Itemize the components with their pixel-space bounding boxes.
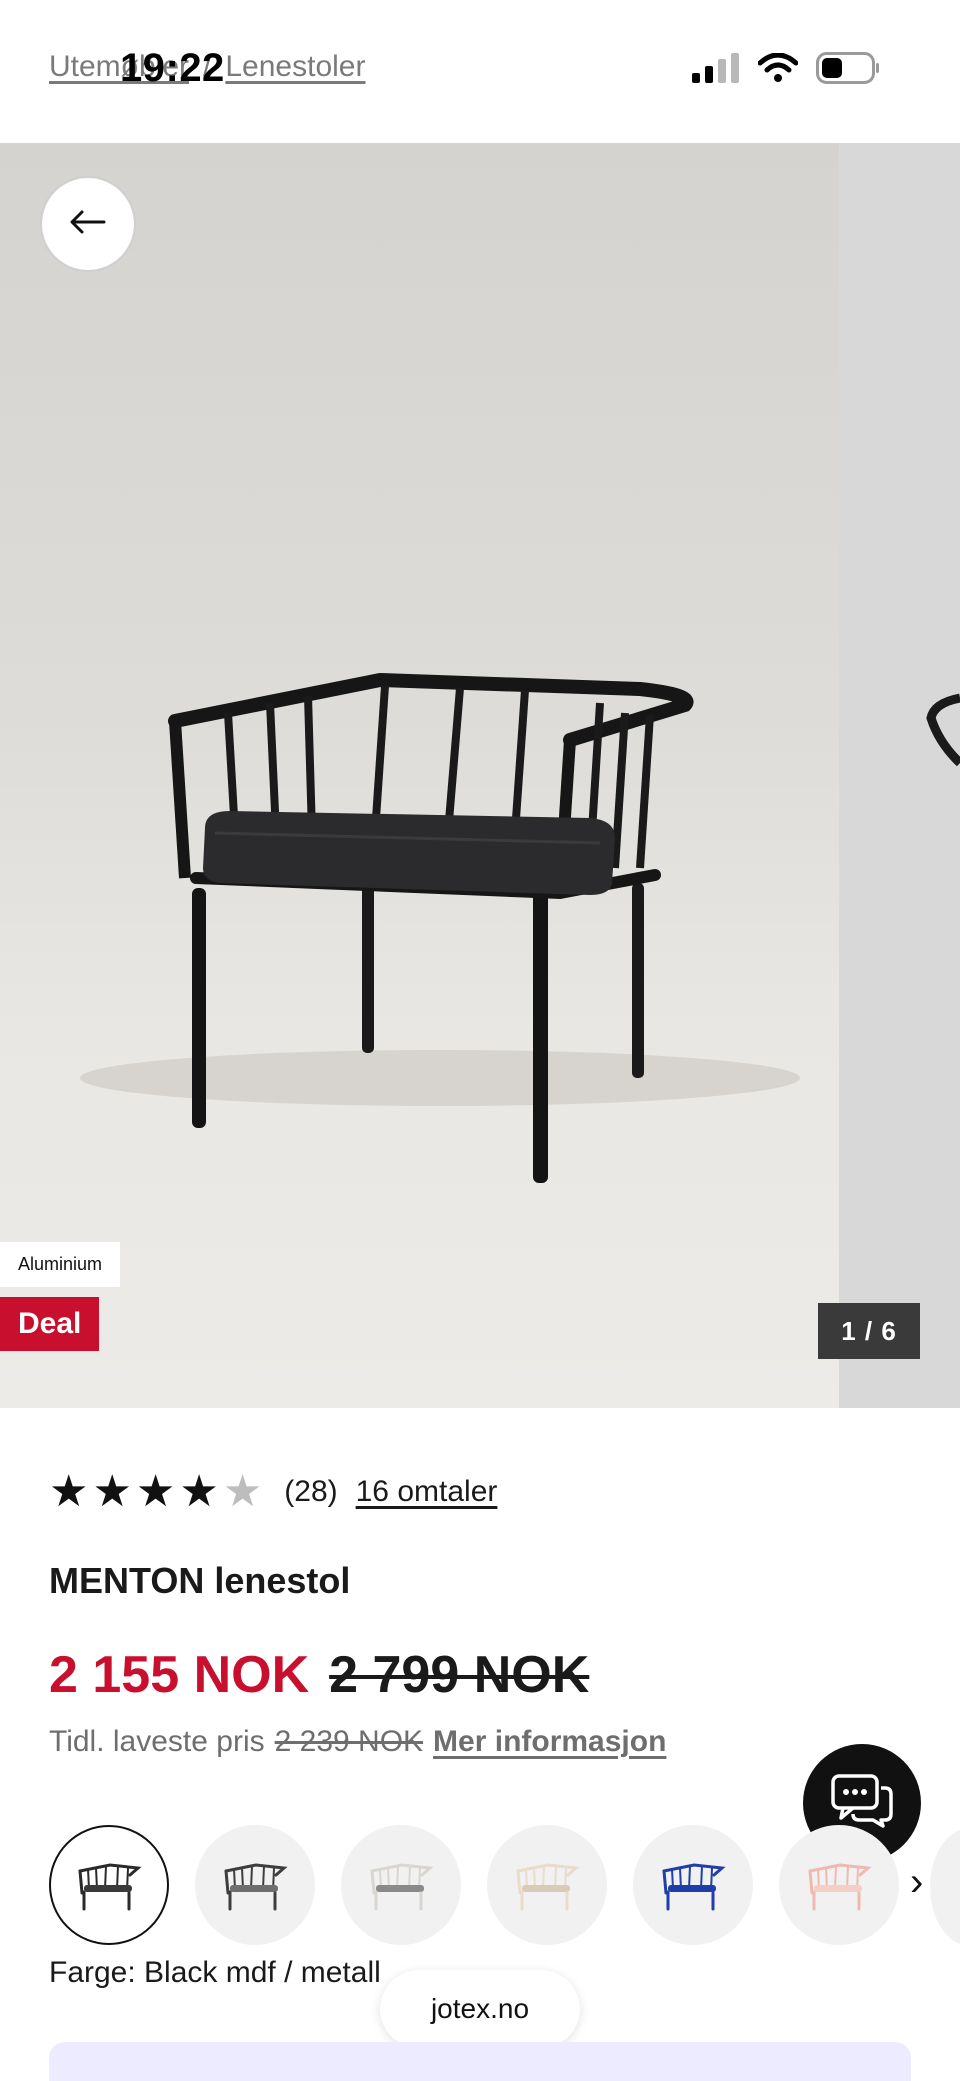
rating-count: (28) xyxy=(284,1475,338,1508)
color-swatch[interactable] xyxy=(779,1825,899,1945)
chair-thumbnail-icon xyxy=(78,1863,142,1911)
battery-icon xyxy=(816,52,880,89)
chair-thumbnail-icon xyxy=(224,1863,288,1911)
product-image-next-peek[interactable] xyxy=(839,143,960,1408)
next-chair-fragment xyxy=(926,693,960,767)
status-icons xyxy=(692,52,880,89)
rating-stars: ★ ★ ★ ★ ★ xyxy=(49,1470,262,1514)
chair-thumbnail-icon xyxy=(662,1863,726,1911)
star-filled-icon: ★ xyxy=(179,1467,219,1516)
lowest-price-row: Tidl. laveste pris 2 239 NOK Mer informa… xyxy=(49,1725,666,1759)
product-page: Utemøbler / Lenestoler 19:22 Aluminium D… xyxy=(0,0,960,2081)
deal-badge: Deal xyxy=(0,1297,100,1351)
arrow-left-icon xyxy=(70,210,106,239)
material-tag: Aluminium xyxy=(0,1242,121,1287)
chair-thumbnail-icon xyxy=(516,1863,580,1911)
wifi-icon xyxy=(757,52,799,88)
chevron-right-icon[interactable]: › xyxy=(910,1860,923,1905)
product-rating: ★ ★ ★ ★ ★ (28) 16 omtaler xyxy=(49,1470,497,1514)
browser-url-bar[interactable]: jotex.no xyxy=(380,1970,580,2048)
back-button[interactable] xyxy=(40,176,136,272)
current-price: 2 155 NOK xyxy=(49,1646,310,1704)
image-counter: 1 / 6 xyxy=(818,1303,920,1359)
product-image-main[interactable] xyxy=(0,143,839,1408)
product-image-gallery[interactable]: Aluminium Deal 1 / 6 xyxy=(0,143,960,1408)
color-swatches xyxy=(49,1825,899,1945)
lowest-price-label: Tidl. laveste pris xyxy=(49,1725,265,1758)
reviews-link[interactable]: 16 omtaler xyxy=(356,1475,498,1509)
top-bar: Utemøbler / Lenestoler 19:22 xyxy=(0,0,960,143)
original-price: 2 799 NOK xyxy=(329,1646,590,1704)
price-row: 2 155 NOK 2 799 NOK xyxy=(49,1645,589,1705)
chat-icon xyxy=(831,1773,893,1833)
star-empty-icon: ★ xyxy=(222,1467,263,1516)
star-filled-icon: ★ xyxy=(49,1467,89,1516)
star-filled-icon: ★ xyxy=(92,1467,132,1516)
color-swatch[interactable] xyxy=(195,1825,315,1945)
color-swatch[interactable] xyxy=(633,1825,753,1945)
signal-icon xyxy=(692,53,740,88)
breadcrumb-current-link[interactable]: Lenestoler xyxy=(225,50,365,84)
lowest-price-value: 2 239 NOK xyxy=(274,1725,424,1758)
chair-illustration xyxy=(80,672,800,1183)
chair-thumbnail-icon xyxy=(370,1863,434,1911)
color-swatch[interactable] xyxy=(487,1825,607,1945)
swatch-partial[interactable] xyxy=(930,1828,960,1946)
product-title: MENTON lenestol xyxy=(49,1560,351,1601)
selected-color-label: Farge: Black mdf / metall xyxy=(49,1956,381,1989)
status-time: 19:22 xyxy=(120,46,225,90)
more-info-link[interactable]: Mer informasjon xyxy=(433,1725,666,1759)
color-swatch[interactable] xyxy=(341,1825,461,1945)
promo-banner xyxy=(49,2042,911,2081)
chair-thumbnail-icon xyxy=(808,1863,872,1911)
color-swatch[interactable] xyxy=(49,1825,169,1945)
star-filled-icon: ★ xyxy=(135,1467,176,1516)
